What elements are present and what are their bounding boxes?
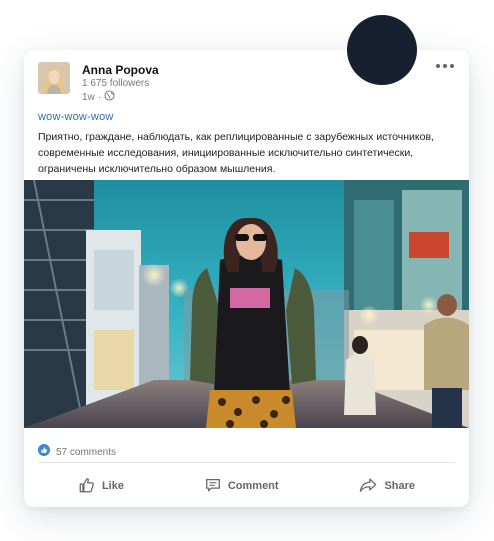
follower-count: 1 675 followers [82,78,150,89]
share-button[interactable]: Share [358,476,415,497]
author-name[interactable]: Anna Popova [82,63,159,77]
comment-button[interactable]: Comment [204,476,279,497]
share-arrow-icon [358,476,378,497]
more-dot [450,64,454,68]
actions-divider [38,462,455,463]
thumbs-up-outline-icon [78,476,96,497]
meta-separator: · [97,91,102,103]
more-dot [443,64,447,68]
profile-placeholder-circle [347,15,417,85]
post-body: Приятно, граждане, наблюдать, как реплиц… [38,131,434,175]
hashtag-link[interactable]: wow-wow-wow [38,111,114,123]
thumbs-up-icon [38,443,50,461]
more-dot [436,64,440,68]
globe-icon [104,90,115,104]
comment-label: Comment [227,480,279,492]
reaction-summary[interactable]: 57 comments [38,443,116,461]
comments-count[interactable]: 57 comments [56,447,116,458]
post-time: 1w [82,91,95,103]
like-button[interactable]: Like [78,476,124,497]
share-label: Share [384,480,416,492]
post-photo[interactable] [24,179,469,429]
more-options-icon[interactable] [436,64,454,68]
post-meta: 1w · [82,90,115,104]
like-label: Like [101,480,124,492]
post-actions: Like Comment Share [38,470,455,502]
comment-icon [204,476,222,497]
author-avatar[interactable] [38,62,70,94]
post-card: Anna Popova 1 675 followers 1w · wow-wow… [24,50,469,507]
